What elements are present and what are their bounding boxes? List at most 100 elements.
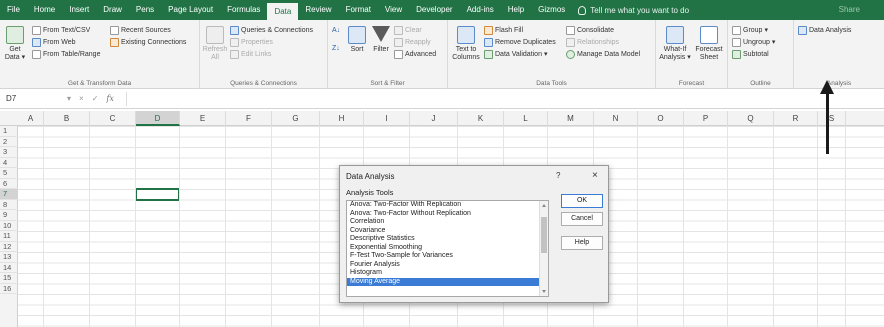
filter-button[interactable]: Filter — [370, 26, 392, 54]
list-item[interactable]: Descriptive Statistics — [347, 235, 548, 244]
row-header-4[interactable]: 4 — [0, 158, 18, 168]
scrollbar-thumb[interactable] — [541, 217, 547, 253]
column-header-a[interactable]: A — [18, 111, 44, 126]
tab-page-layout[interactable]: Page Layout — [161, 0, 220, 20]
column-header-g[interactable]: G — [272, 111, 320, 126]
column-header-j[interactable]: J — [410, 111, 458, 126]
column-header-m[interactable]: M — [548, 111, 594, 126]
row-header-14[interactable]: 14 — [0, 263, 18, 273]
flash-fill-button[interactable]: Flash Fill — [484, 26, 523, 35]
scroll-up-arrow-icon[interactable] — [542, 204, 546, 207]
tab-view[interactable]: View — [378, 0, 409, 20]
queries-connections-button[interactable]: Queries & Connections — [230, 26, 313, 35]
column-header-q[interactable]: Q — [728, 111, 774, 126]
column-header-n[interactable]: N — [594, 111, 638, 126]
remove-duplicates-button[interactable]: Remove Duplicates — [484, 38, 556, 47]
column-header-l[interactable]: L — [504, 111, 548, 126]
relationships-button[interactable]: Relationships — [566, 38, 619, 47]
column-header-f[interactable]: F — [226, 111, 272, 126]
sort-button[interactable]: Sort — [346, 26, 368, 54]
enter-entry-icon[interactable]: ✓ — [92, 94, 99, 103]
column-header-d[interactable]: D — [136, 111, 180, 126]
list-item[interactable]: Anova: Two-Factor Without Replication — [347, 210, 548, 219]
tell-me-search[interactable]: Tell me what you want to do — [572, 5, 689, 15]
row-header-9[interactable]: 9 — [0, 210, 18, 221]
scroll-down-arrow-icon[interactable] — [542, 290, 546, 293]
tab-format[interactable]: Format — [339, 0, 378, 20]
row-header-12[interactable]: 12 — [0, 242, 18, 252]
tab-home[interactable]: Home — [27, 0, 62, 20]
row-header-16[interactable]: 16 — [0, 284, 18, 294]
column-header-r[interactable]: R — [774, 111, 818, 126]
column-header-k[interactable]: K — [458, 111, 504, 126]
cancel-button[interactable]: Cancel — [561, 212, 603, 226]
analysis-tools-list[interactable]: Anova: Two-Factor With Replication Anova:… — [346, 200, 549, 297]
forecast-sheet-button[interactable]: Forecast Sheet — [694, 26, 724, 62]
share-button[interactable]: Share — [839, 5, 860, 14]
ungroup-button[interactable]: Ungroup ▾ — [732, 38, 775, 47]
list-item[interactable]: F-Test Two-Sample for Variances — [347, 252, 548, 261]
list-item[interactable]: Covariance — [347, 227, 548, 236]
reapply-button[interactable]: Reapply — [394, 38, 431, 47]
tab-file[interactable]: File — [0, 0, 27, 20]
sort-descending-button[interactable]: Z↓ — [332, 44, 340, 53]
advanced-filter-button[interactable]: Advanced — [394, 50, 436, 59]
tab-draw[interactable]: Draw — [96, 0, 129, 20]
edit-links-button[interactable]: Edit Links — [230, 50, 271, 59]
column-header-o[interactable]: O — [638, 111, 684, 126]
group-button[interactable]: Group ▾ — [732, 26, 768, 35]
cancel-entry-icon[interactable]: × — [79, 94, 84, 103]
column-header-e[interactable]: E — [180, 111, 226, 126]
row-header-8[interactable]: 8 — [0, 200, 18, 210]
column-header-h[interactable]: H — [320, 111, 364, 126]
name-box[interactable]: D7 — [3, 92, 63, 106]
from-web-button[interactable]: From Web — [32, 38, 76, 47]
tab-insert[interactable]: Insert — [62, 0, 96, 20]
list-item[interactable]: Anova: Two-Factor With Replication — [347, 201, 548, 210]
column-header-p[interactable]: P — [684, 111, 728, 126]
list-item[interactable]: Moving Average — [347, 277, 548, 286]
row-header-13[interactable]: 13 — [0, 252, 18, 263]
column-header-c[interactable]: C — [90, 111, 136, 126]
row-header-15[interactable]: 15 — [0, 273, 18, 284]
from-text-csv-button[interactable]: From Text/CSV — [32, 26, 90, 35]
row-header-3[interactable]: 3 — [0, 147, 18, 158]
row-header-1[interactable]: 1 — [0, 126, 18, 137]
column-header-i[interactable]: I — [364, 111, 410, 126]
tab-add-ins[interactable]: Add-ins — [460, 0, 501, 20]
list-scrollbar[interactable] — [539, 201, 548, 296]
row-header-6[interactable]: 6 — [0, 179, 18, 189]
list-item[interactable]: Correlation — [347, 218, 548, 227]
from-table-range-button[interactable]: From Table/Range — [32, 50, 100, 59]
tab-pens[interactable]: Pens — [129, 0, 161, 20]
tab-help[interactable]: Help — [501, 0, 531, 20]
properties-button[interactable]: Properties — [230, 38, 273, 47]
tab-data[interactable]: Data — [267, 3, 299, 20]
row-header-7[interactable]: 7 — [0, 189, 18, 200]
data-validation-button[interactable]: Data Validation ▾ — [484, 50, 547, 59]
get-data-button[interactable]: Get Data ▾ — [2, 26, 28, 62]
row-header-2[interactable]: 2 — [0, 137, 18, 147]
list-item[interactable]: Histogram — [347, 269, 548, 278]
row-header-5[interactable]: 5 — [0, 168, 18, 179]
tab-formulas[interactable]: Formulas — [220, 0, 267, 20]
ok-button[interactable]: OK — [561, 194, 603, 208]
list-item[interactable]: Fourier Analysis — [347, 261, 548, 270]
column-header-b[interactable]: B — [44, 111, 90, 126]
what-if-analysis-button[interactable]: What-If Analysis ▾ — [658, 26, 692, 62]
tab-developer[interactable]: Developer — [409, 0, 459, 20]
insert-function-icon[interactable]: fx — [106, 94, 113, 103]
text-to-columns-button[interactable]: Text to Columns — [450, 26, 482, 62]
formula-input[interactable] — [125, 91, 884, 106]
refresh-all-button[interactable]: Refresh All — [202, 26, 228, 62]
tab-gizmos[interactable]: Gizmos — [531, 0, 572, 20]
column-header-s[interactable]: S — [818, 111, 846, 126]
consolidate-button[interactable]: Consolidate — [566, 26, 614, 35]
clear-filter-button[interactable]: Clear — [394, 26, 422, 35]
dialog-close-icon[interactable]: × — [592, 170, 598, 181]
dialog-help-icon[interactable]: ? — [556, 171, 560, 180]
help-button[interactable]: Help — [561, 236, 603, 250]
row-header-10[interactable]: 10 — [0, 221, 18, 231]
tab-review[interactable]: Review — [298, 0, 338, 20]
name-box-dropdown-icon[interactable]: ▾ — [67, 94, 71, 103]
